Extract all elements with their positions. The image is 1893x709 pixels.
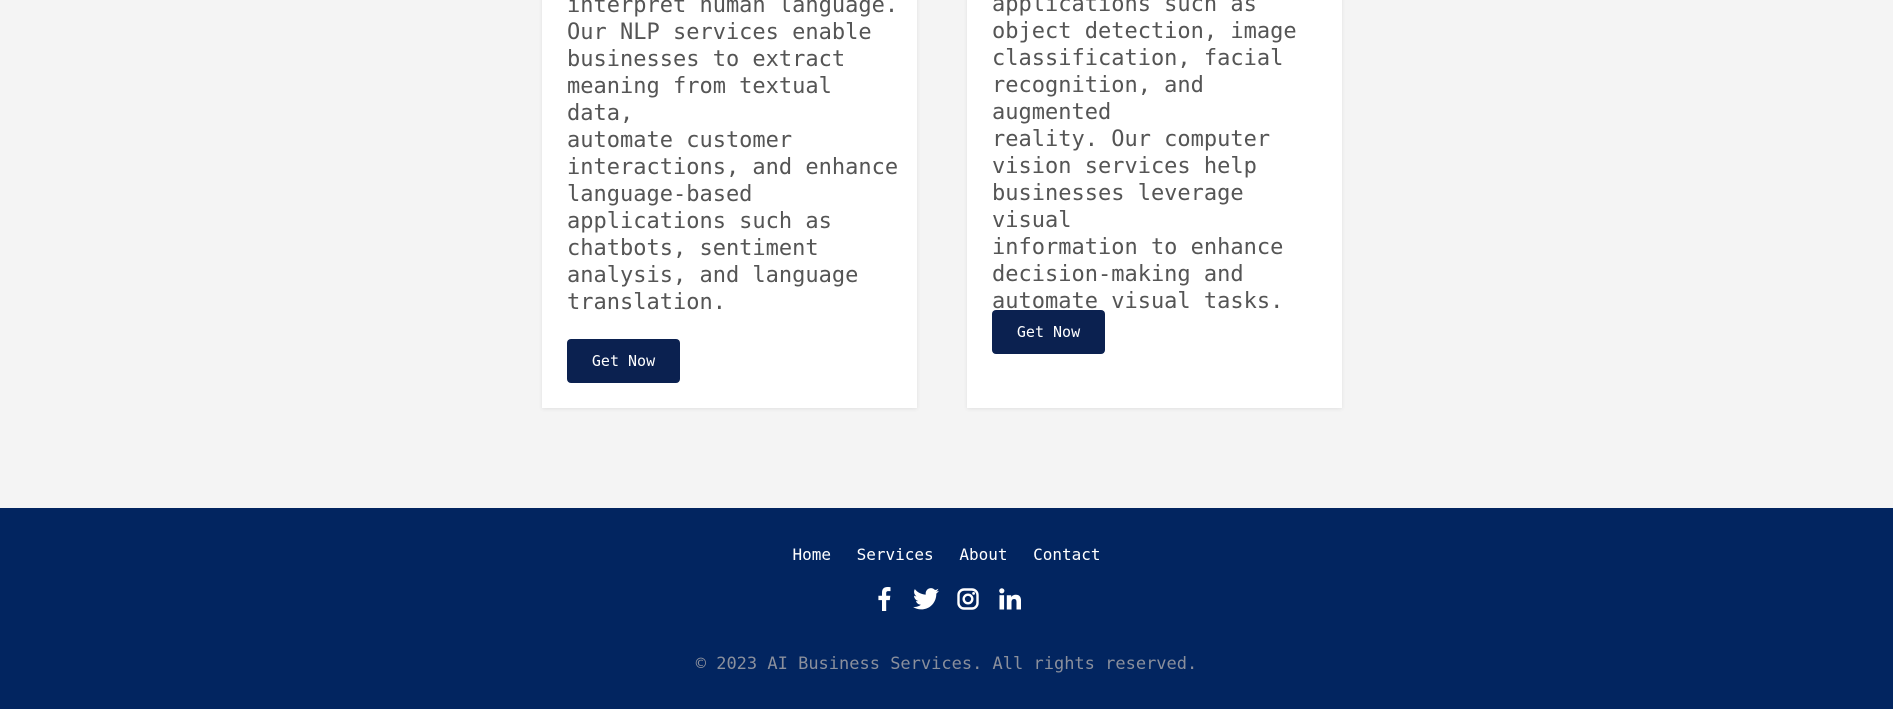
instagram-icon[interactable] bbox=[955, 586, 981, 612]
get-now-button[interactable]: Get Now bbox=[567, 339, 680, 383]
social-links bbox=[0, 586, 1893, 612]
card-description: applications such as object detection, i… bbox=[992, 0, 1297, 314]
footer-link-services[interactable]: Services bbox=[857, 545, 934, 564]
service-card-nlp: interpret human language. Our NLP servic… bbox=[542, 0, 917, 408]
get-now-button[interactable]: Get Now bbox=[992, 310, 1105, 354]
linkedin-icon[interactable] bbox=[997, 586, 1023, 612]
services-section: interpret human language. Our NLP servic… bbox=[0, 0, 1893, 508]
footer-link-about[interactable]: About bbox=[959, 545, 1007, 564]
copyright-text: © 2023 AI Business Services. All rights … bbox=[695, 654, 1198, 674]
footer-nav: Home Services About Contact bbox=[0, 545, 1893, 564]
footer-link-home[interactable]: Home bbox=[792, 545, 831, 564]
service-card-computer-vision: applications such as object detection, i… bbox=[967, 0, 1342, 408]
card-description: interpret human language. Our NLP servic… bbox=[567, 0, 899, 315]
twitter-icon[interactable] bbox=[912, 586, 939, 612]
facebook-icon[interactable] bbox=[871, 586, 897, 612]
footer-link-contact[interactable]: Contact bbox=[1033, 545, 1100, 564]
site-footer: Home Services About Contact © 2023 AI Bu… bbox=[0, 508, 1893, 709]
